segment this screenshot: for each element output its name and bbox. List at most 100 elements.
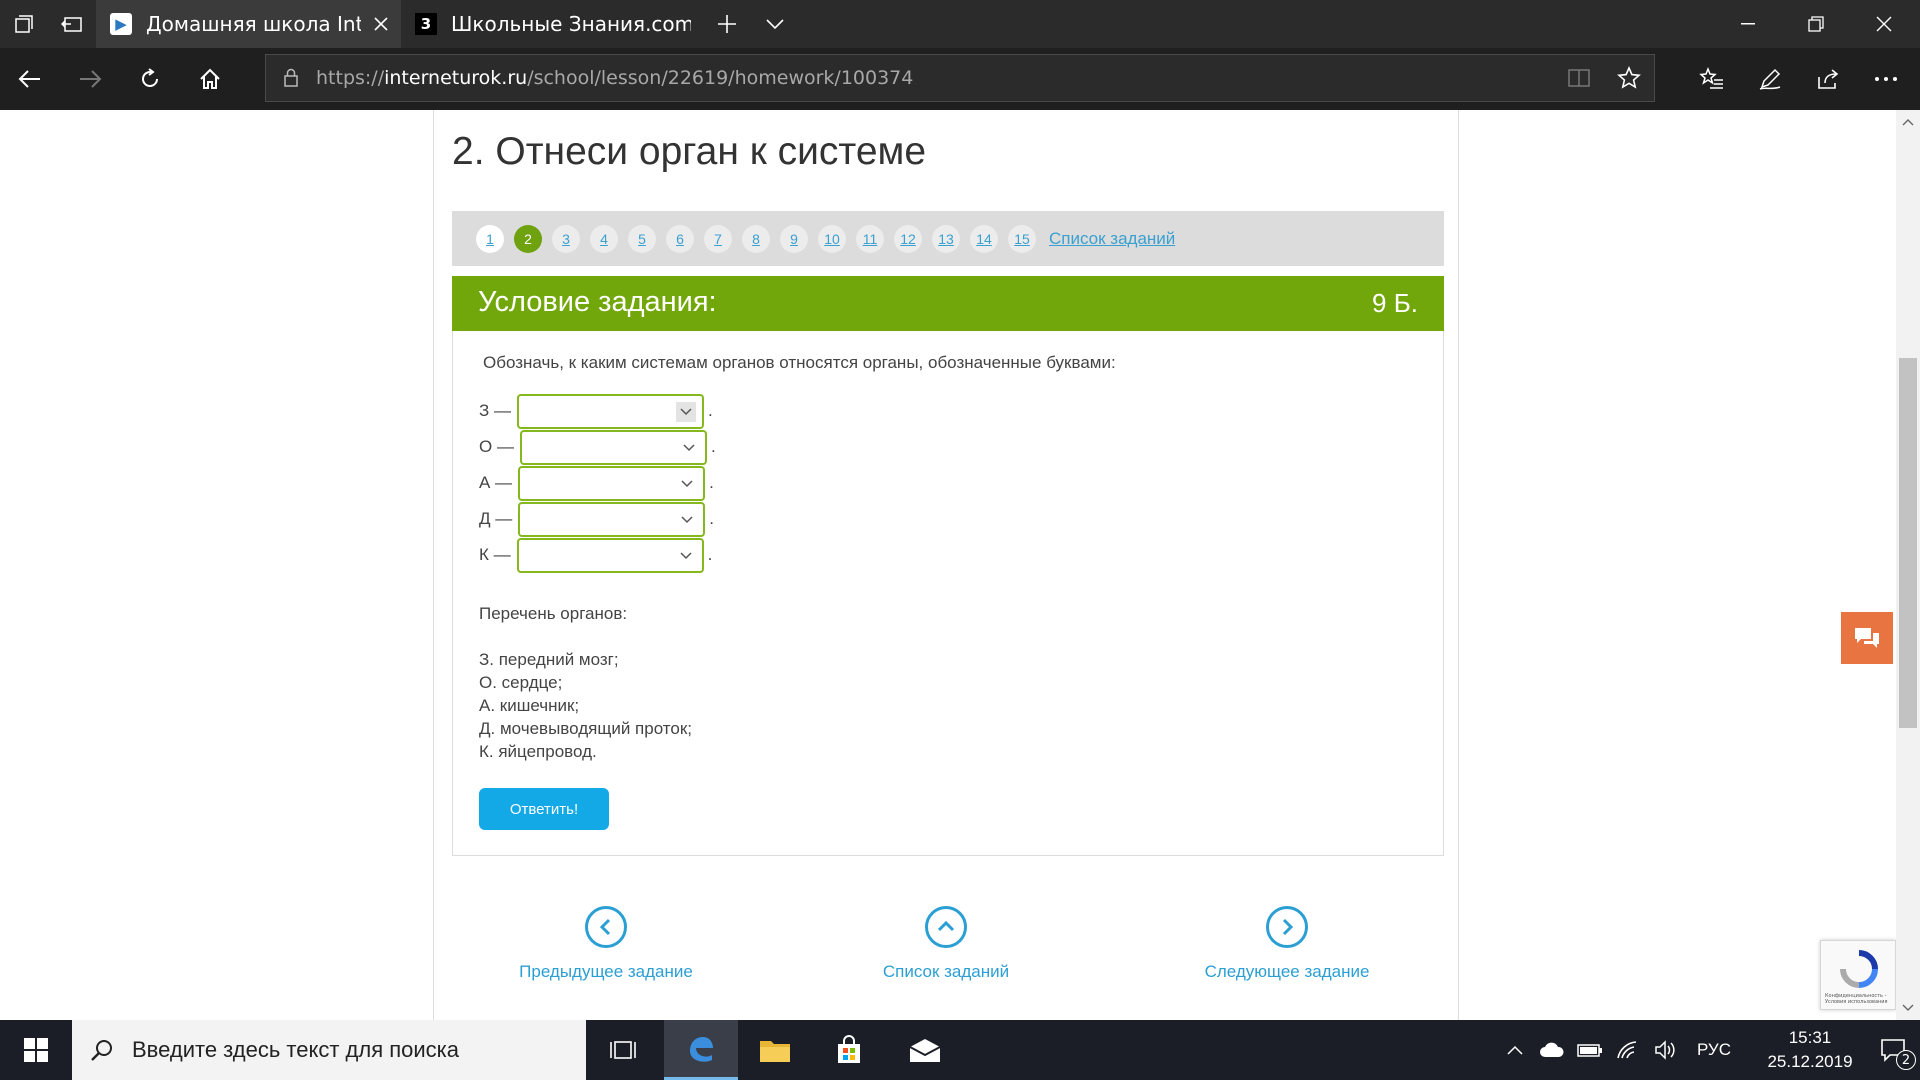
system-select-a[interactable] — [518, 465, 706, 501]
taskbar-clock[interactable]: 15:31 25.12.2019 — [1760, 1026, 1860, 1074]
forward-arrow-icon[interactable] — [64, 54, 116, 104]
tab-znanija[interactable]: 3 Школьные Знания.com - Р — [401, 0, 691, 48]
pager-item-5[interactable]: 5 — [628, 224, 656, 253]
task-list-bottom-link[interactable]: Список заданий — [836, 962, 1056, 982]
pager-item-12[interactable]: 12 — [894, 224, 922, 253]
chevron-down-icon[interactable] — [676, 546, 696, 566]
prev-task-link[interactable]: Предыдущее задание — [496, 962, 716, 982]
url-text[interactable]: https://interneturok.ru/school/lesson/22… — [316, 67, 1554, 89]
znanija-favicon-icon: 3 — [415, 13, 437, 35]
task-list-nav[interactable]: Список заданий — [836, 906, 1056, 982]
refresh-icon[interactable] — [124, 54, 176, 104]
input-language-indicator[interactable]: РУС — [1688, 1020, 1740, 1080]
pager-item-2-current[interactable]: 2 — [514, 224, 542, 253]
answer-button[interactable]: Ответить! — [479, 788, 609, 830]
home-icon[interactable] — [184, 54, 236, 104]
microsoft-store-icon[interactable] — [812, 1020, 886, 1080]
page-title: 2. Отнеси орган к системе — [452, 130, 927, 173]
row-label: А — — [479, 473, 513, 492]
pager-item-6[interactable]: 6 — [666, 224, 694, 253]
clock-time: 15:31 — [1788, 1028, 1832, 1047]
windows-start-icon[interactable] — [0, 1020, 72, 1080]
url-path: /school/lesson/22619/homework/100374 — [527, 67, 914, 89]
organ-item: А. кишечник; — [479, 696, 580, 715]
organ-item: З. передний мозг; — [479, 650, 619, 669]
notification-count-badge: 2 — [1896, 1050, 1916, 1070]
tab-title: Домашняя школа Inter — [146, 12, 361, 36]
pager-item-14[interactable]: 14 — [970, 224, 998, 253]
task-list-link[interactable]: Список заданий — [1049, 229, 1175, 249]
onedrive-cloud-icon[interactable] — [1534, 1020, 1570, 1080]
system-select-d[interactable] — [518, 501, 706, 537]
pager-item-10[interactable]: 10 — [818, 224, 846, 253]
minimize-icon[interactable] — [1714, 0, 1782, 48]
chevron-down-icon[interactable] — [679, 438, 699, 458]
close-tab-icon[interactable] — [361, 0, 401, 48]
answer-row-a: А — . — [479, 465, 714, 501]
pager-item-13[interactable]: 13 — [932, 224, 960, 253]
action-center-icon[interactable]: 2 — [1866, 1020, 1920, 1080]
page-viewport: 2. Отнеси орган к системе 1 2 3 4 5 6 7 … — [0, 110, 1896, 1020]
battery-icon[interactable] — [1572, 1020, 1608, 1080]
chevron-left-icon[interactable] — [585, 906, 627, 948]
lock-icon[interactable] — [266, 55, 316, 101]
taskbar-search-box[interactable]: Введите здесь текст для поиска — [72, 1020, 586, 1080]
show-hidden-icons-chevron-icon[interactable] — [1500, 1020, 1530, 1080]
windows-taskbar: Введите здесь текст для поиска РУС 15:31… — [0, 1020, 1920, 1080]
clock-date: 25.12.2019 — [1767, 1052, 1853, 1071]
back-arrow-icon[interactable] — [4, 54, 56, 104]
pager-item-11[interactable]: 11 — [856, 224, 884, 253]
file-explorer-icon[interactable] — [738, 1020, 812, 1080]
chevron-down-icon[interactable] — [676, 401, 696, 422]
chat-bubble-icon[interactable] — [1841, 612, 1893, 664]
answer-row-z: З — . — [479, 393, 713, 429]
close-window-icon[interactable] — [1850, 0, 1918, 48]
tab-actions-icon[interactable] — [0, 0, 48, 48]
set-tabs-aside-icon[interactable] — [48, 0, 96, 48]
address-bar[interactable]: https://interneturok.ru/school/lesson/22… — [265, 54, 1655, 102]
prev-task-nav[interactable]: Предыдущее задание — [496, 906, 716, 982]
pager-item-7[interactable]: 7 — [704, 224, 732, 253]
chevron-down-icon[interactable] — [677, 474, 697, 494]
next-task-link[interactable]: Следующее задание — [1177, 962, 1397, 982]
recaptcha-text: Конфиденциальность - Условия использован… — [1825, 993, 1888, 1005]
scroll-down-icon[interactable] — [1896, 996, 1920, 1020]
system-select-k[interactable] — [516, 537, 704, 573]
pager-item-15[interactable]: 15 — [1008, 224, 1036, 253]
tab-interneturok[interactable]: ▶ Домашняя школа Inter — [96, 0, 401, 48]
browser-titlebar: ▶ Домашняя школа Inter 3 Школьные Знания… — [0, 0, 1920, 48]
favorite-star-icon[interactable] — [1604, 55, 1654, 101]
system-select-z[interactable] — [517, 393, 704, 429]
pager-item-8[interactable]: 8 — [742, 224, 770, 253]
restore-icon[interactable] — [1782, 0, 1850, 48]
recaptcha-badge[interactable]: Конфиденциальность - Условия использован… — [1820, 940, 1896, 1010]
row-suffix: . — [709, 473, 714, 492]
share-icon[interactable] — [1802, 54, 1854, 104]
chevron-right-icon[interactable] — [1266, 906, 1308, 948]
reading-view-icon[interactable] — [1554, 55, 1604, 101]
mail-icon[interactable] — [888, 1020, 962, 1080]
page-scrollbar[interactable] — [1896, 110, 1920, 1020]
chevron-up-icon[interactable] — [925, 906, 967, 948]
new-tab-icon[interactable] — [703, 0, 751, 48]
next-task-nav[interactable]: Следующее задание — [1177, 906, 1397, 982]
web-note-pen-icon[interactable] — [1744, 54, 1796, 104]
tab-preview-chevron-icon[interactable] — [751, 0, 799, 48]
url-prefix: https:// — [316, 67, 385, 89]
scroll-up-icon[interactable] — [1896, 110, 1920, 134]
pager-item-1[interactable]: 1 — [476, 224, 504, 253]
volume-icon[interactable] — [1648, 1020, 1684, 1080]
favorites-list-icon[interactable] — [1686, 54, 1738, 104]
system-select-o[interactable] — [519, 429, 707, 465]
task-view-icon[interactable] — [586, 1020, 660, 1080]
edge-browser-icon[interactable] — [664, 1020, 738, 1080]
chevron-down-icon[interactable] — [677, 510, 697, 530]
row-label: К — — [479, 545, 511, 564]
scrollbar-thumb[interactable] — [1899, 358, 1917, 728]
wifi-icon[interactable] — [1610, 1020, 1646, 1080]
pager-item-9[interactable]: 9 — [780, 224, 808, 253]
search-placeholder: Введите здесь текст для поиска — [132, 1037, 460, 1062]
pager-item-3[interactable]: 3 — [552, 224, 580, 253]
more-options-icon[interactable] — [1860, 54, 1912, 104]
pager-item-4[interactable]: 4 — [590, 224, 618, 253]
